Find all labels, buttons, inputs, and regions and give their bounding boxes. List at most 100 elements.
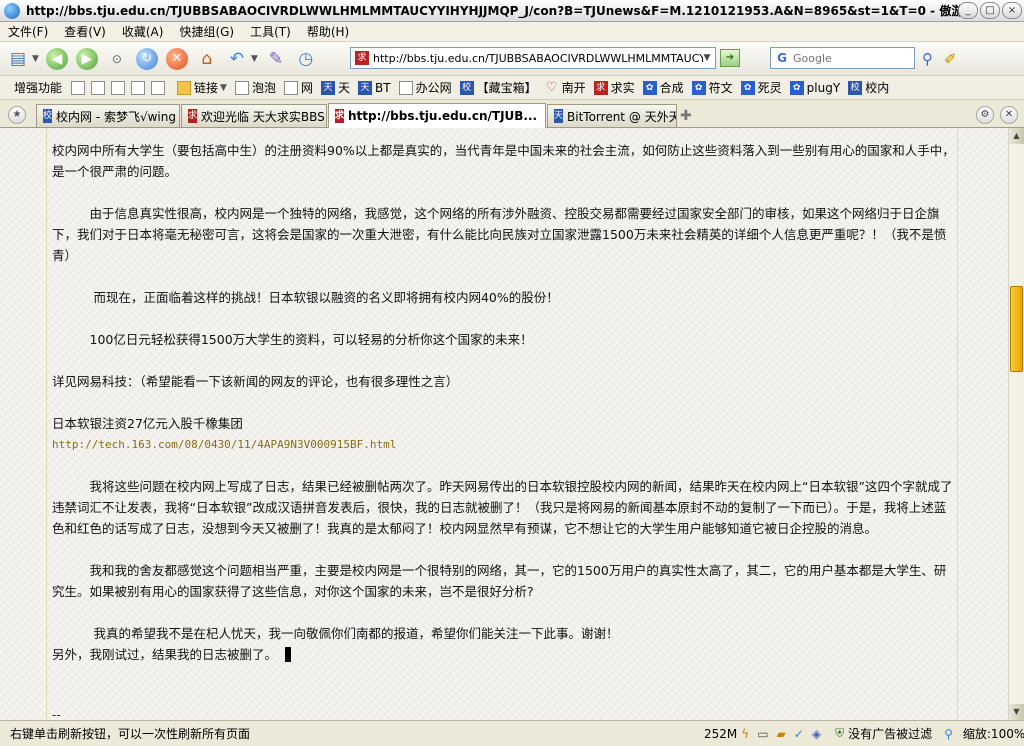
- scroll-down-button[interactable]: ▼: [1009, 704, 1024, 720]
- plugin-icon[interactable]: [71, 80, 86, 95]
- tab-bbs-welcome[interactable]: 求 欢迎光临 天大求实BBS: [181, 104, 327, 127]
- link-label: plugY: [806, 80, 841, 95]
- link-item[interactable]: 天天: [320, 79, 350, 96]
- enhance-features-label[interactable]: 增强功能: [0, 79, 68, 96]
- menu-view[interactable]: 查看(V): [56, 23, 114, 40]
- forward-button[interactable]: ▶: [75, 47, 99, 71]
- link-item[interactable]: ✿ plugY: [789, 80, 841, 95]
- menu-tools[interactable]: 工具(T): [242, 23, 299, 40]
- post-paragraph: 100亿日元轻松获得1500万大学生的资料，可以轻易的分析你这个国家的未来！: [52, 332, 533, 347]
- link-item[interactable]: ♡ 南开: [545, 79, 586, 96]
- chevron-down-icon[interactable]: ▼: [699, 48, 715, 68]
- back-button[interactable]: ◀: [45, 47, 69, 71]
- address-url[interactable]: http://bbs.tju.edu.cn/TJUBBSABAOCIVRDLWW…: [373, 52, 703, 65]
- link-item[interactable]: 校【藏宝箱】: [459, 79, 537, 96]
- scroll-track[interactable]: [1009, 144, 1024, 704]
- news-link[interactable]: http://tech.163.com/08/0430/11/4APA9N3V0…: [52, 434, 958, 455]
- google-icon[interactable]: G: [774, 50, 790, 66]
- undo-close-button[interactable]: ↶: [225, 47, 249, 71]
- wrench-icon[interactable]: ⚙: [976, 106, 994, 124]
- link-label: 南开: [561, 81, 586, 95]
- search-input[interactable]: [793, 51, 903, 65]
- scroll-up-button[interactable]: ▲: [1009, 128, 1024, 144]
- shield-icon: ⛨: [835, 726, 845, 740]
- menu-favorites[interactable]: 收藏(A): [114, 23, 172, 40]
- link-item[interactable]: 办公网: [398, 79, 452, 96]
- plugin-icon[interactable]: [151, 80, 166, 95]
- vertical-scrollbar[interactable]: ▲ ▼: [1008, 128, 1024, 720]
- home-button[interactable]: ⌂: [195, 47, 219, 71]
- menu-groups[interactable]: 快捷组(G): [171, 23, 242, 40]
- menu-help[interactable]: 帮助(H): [299, 23, 357, 40]
- link-item[interactable]: 天 BT: [358, 80, 391, 95]
- new-page-icon[interactable]: ▤: [6, 47, 30, 71]
- layers-icon[interactable]: ◈: [812, 727, 821, 741]
- tianwaitian-icon: 天: [554, 109, 564, 123]
- qiushi-icon: 求: [188, 109, 198, 123]
- paw-icon: ✿: [740, 80, 755, 95]
- scroll-thumb[interactable]: [1010, 286, 1023, 372]
- post-paragraph: 我将这些问题在校内网上写成了日志，结果已经被删帖两次了。昨天网易传出的日本软银控…: [52, 479, 953, 536]
- paw-icon: ✿: [642, 80, 657, 95]
- tab-bar-controls: ⚙ ✕: [976, 106, 1018, 124]
- xiaonei-icon: 校: [459, 80, 474, 95]
- link-item[interactable]: 泡泡: [234, 79, 276, 96]
- tab-current-post[interactable]: 求 http://bbs.tju.edu.cn/TJUB... ✕: [328, 103, 546, 128]
- link-item[interactable]: ✿ 死灵: [740, 79, 782, 96]
- site-favicon: 求: [355, 51, 369, 65]
- refresh-button[interactable]: ↻: [135, 47, 159, 71]
- post-last-line: 另外，我刚试过，结果我的日志被删了。: [52, 647, 278, 662]
- maximize-button[interactable]: □: [980, 2, 1000, 19]
- chevron-down-icon[interactable]: ▼: [251, 54, 258, 64]
- qiushi-icon: 求: [335, 109, 345, 123]
- search-magnifier-icon[interactable]: ⚲: [922, 50, 933, 68]
- close-all-tabs-icon[interactable]: ✕: [1000, 106, 1018, 124]
- close-button[interactable]: ×: [1002, 2, 1022, 19]
- clock-icon[interactable]: ◷: [294, 47, 318, 71]
- folder-icon[interactable]: ▰: [777, 727, 786, 741]
- lightning-icon[interactable]: ϟ: [741, 727, 749, 741]
- tab-bittorrent[interactable]: 天 BitTorrent @ 天外天: [547, 104, 677, 127]
- new-tab-icon[interactable]: ✚: [680, 108, 692, 124]
- page-icon: [398, 80, 413, 95]
- highlight-pen-icon[interactable]: ✐: [944, 50, 957, 68]
- link-item[interactable]: 网: [283, 79, 313, 96]
- go-button[interactable]: ➜: [720, 49, 740, 67]
- page-icon: [283, 80, 298, 95]
- plugin-icon[interactable]: [91, 80, 106, 95]
- xiaonei-icon: 校: [848, 80, 863, 95]
- memory-usage[interactable]: 252M: [704, 727, 737, 741]
- status-bar: 右键单击刷新按钮，可以一次性刷新所有页面 252M ϟ ▭ ▰ ✓ ◈ ⛨ 没有…: [0, 720, 1024, 746]
- link-item[interactable]: ✿ 符文: [691, 79, 733, 96]
- stop-button[interactable]: ✕: [165, 47, 189, 71]
- check-icon[interactable]: ✓: [794, 727, 804, 741]
- paw-icon: ✿: [691, 80, 706, 95]
- tab-bar: ★ 校 校内网 - 索梦飞√wing 求 欢迎光临 天大求实BBS 求 http…: [0, 101, 1024, 128]
- link-label: 合成: [659, 81, 684, 95]
- history-dropdown-button[interactable]: ⊙: [105, 47, 129, 71]
- tab-label: http://bbs.tju.edu.cn/TJUB...: [348, 109, 538, 123]
- link-label: 校内: [865, 81, 890, 95]
- plugin-icon[interactable]: [111, 80, 126, 95]
- signature-separator: --: [52, 708, 61, 720]
- search-box[interactable]: G: [770, 47, 915, 69]
- chevron-down-icon[interactable]: ▼: [32, 54, 39, 64]
- zoom-level[interactable]: 缩放:100%: [963, 725, 1024, 742]
- address-bar[interactable]: 求 http://bbs.tju.edu.cn/TJUBBSABAOCIVRDL…: [350, 47, 716, 69]
- link-item[interactable]: ✿ 合成: [642, 79, 684, 96]
- link-label: BT: [375, 80, 391, 95]
- status-message: 右键单击刷新按钮，可以一次性刷新所有页面: [10, 727, 251, 741]
- link-item[interactable]: 求求实: [593, 79, 635, 96]
- star-icon[interactable]: ★: [8, 106, 26, 124]
- close-tab-icon[interactable]: ✕: [543, 109, 545, 123]
- minimize-button[interactable]: _: [958, 2, 978, 19]
- window-icon[interactable]: ▭: [757, 727, 768, 741]
- post-paragraph: 而现在，正面临着这样的挑战！日本软银以融资的名义即将拥有校内网40%的股份！: [52, 290, 559, 305]
- menu-file[interactable]: 文件(F): [0, 23, 56, 40]
- ad-filter-status[interactable]: ⛨ 没有广告被过滤: [831, 725, 932, 742]
- plugin-icon[interactable]: [131, 80, 146, 95]
- link-item[interactable]: 校校内: [848, 79, 889, 96]
- tools-wand-icon[interactable]: ✎: [264, 47, 288, 71]
- link-folder[interactable]: 链接 ▼: [177, 79, 227, 96]
- tab-xiaonei[interactable]: 校 校内网 - 索梦飞√wing: [36, 104, 180, 127]
